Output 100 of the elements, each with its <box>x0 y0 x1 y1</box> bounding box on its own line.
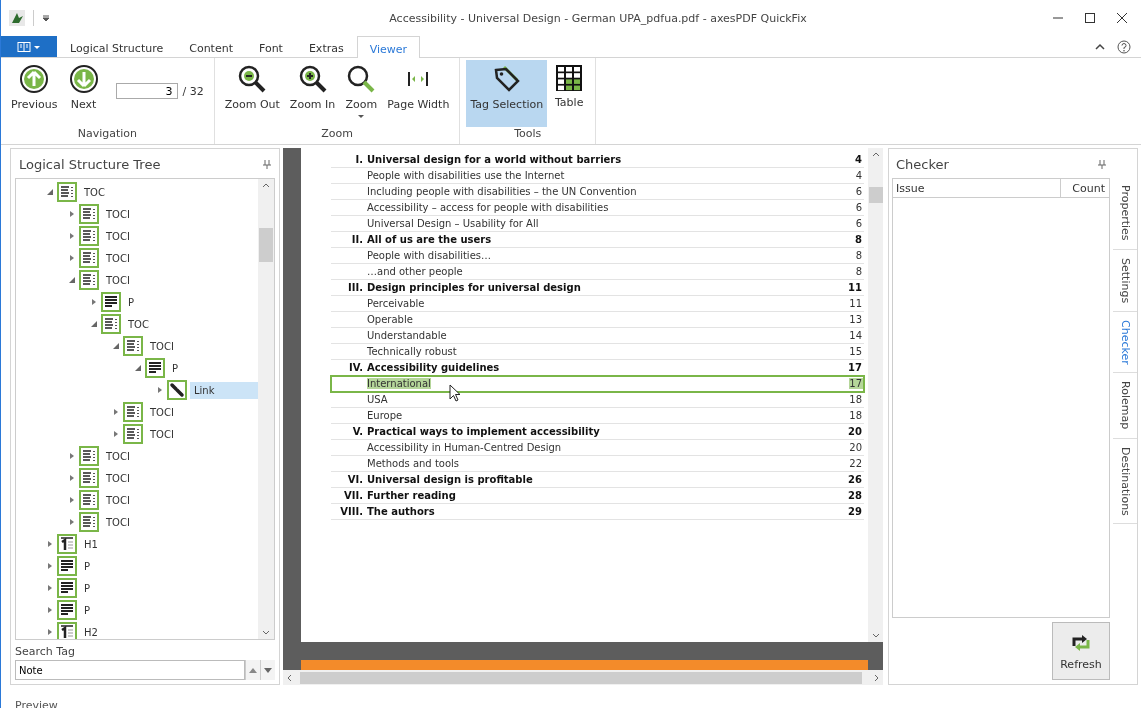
side-tab[interactable]: Properties <box>1113 177 1137 250</box>
collapse-ribbon-icon[interactable] <box>1095 42 1105 51</box>
tree-item[interactable]: P <box>80 557 95 575</box>
tree-item[interactable]: P <box>80 579 95 597</box>
toc-entry[interactable]: Universal design is profitable <box>367 474 533 485</box>
side-tab[interactable]: Settings <box>1113 249 1137 312</box>
ribbon-button[interactable]: Tag Selection <box>466 60 548 127</box>
toc-entry[interactable]: Accessibility in Human-Centred Design <box>367 442 562 453</box>
pin-icon[interactable] <box>263 160 271 169</box>
tree-item[interactable]: TOCI <box>102 227 134 245</box>
search-tag-field[interactable]: Note <box>15 660 245 680</box>
toc-entry[interactable]: Europe <box>367 410 403 421</box>
collapse-arrow-icon[interactable] <box>46 188 54 196</box>
expand-arrow-icon[interactable] <box>68 254 76 262</box>
toc-entry[interactable]: Technically robust <box>367 346 457 357</box>
ribbon-button[interactable]: Table <box>549 60 590 127</box>
ribbon-button[interactable]: Zoom In <box>285 60 340 127</box>
tree-item[interactable]: TOCI <box>146 403 178 421</box>
expand-arrow-icon[interactable] <box>46 606 54 614</box>
collapse-arrow-icon[interactable] <box>68 276 76 284</box>
toc-entry[interactable]: Understandable <box>367 330 447 341</box>
toc-entry[interactable]: …and other people <box>367 266 463 277</box>
tree-item[interactable]: P <box>168 359 183 377</box>
maximize-icon[interactable] <box>1085 13 1095 23</box>
toc-entry[interactable]: Methods and tools <box>367 458 460 469</box>
toc-entry[interactable]: People with disabilities use the Internet <box>367 170 565 181</box>
app-logo-icon[interactable] <box>9 10 25 26</box>
expand-arrow-icon[interactable] <box>68 496 76 504</box>
next-button[interactable] <box>260 660 275 680</box>
expand-arrow-icon[interactable] <box>46 584 54 592</box>
tree-item[interactable]: P <box>80 601 95 619</box>
toc-entry[interactable]: Operable <box>367 314 413 325</box>
ribbon-tab[interactable]: Extras <box>295 36 357 57</box>
scroll-down-icon[interactable] <box>871 633 880 639</box>
pin-icon[interactable] <box>1098 160 1106 169</box>
ribbon-tab[interactable]: Logical Structure <box>57 36 177 57</box>
toc-entry[interactable]: Practical ways to implement accessibility <box>367 426 600 437</box>
expand-arrow-icon[interactable] <box>156 386 164 394</box>
toc-entry[interactable]: Universal Design – Usability for All <box>367 218 539 229</box>
toc-entry[interactable]: USA <box>367 394 388 405</box>
tree-item[interactable]: TOCI <box>102 205 134 223</box>
tree-item[interactable]: Link <box>190 381 258 399</box>
column-header[interactable]: Count <box>1061 181 1109 195</box>
scrollbar[interactable] <box>283 670 883 685</box>
ribbon-tab[interactable]: Font <box>245 36 296 57</box>
tree-item[interactable]: TOCI <box>146 337 178 355</box>
expand-arrow-icon[interactable] <box>68 210 76 218</box>
tree-item[interactable]: P <box>124 293 139 311</box>
refresh-button[interactable]: Refresh <box>1052 622 1110 680</box>
tree-item[interactable]: TOCI <box>146 425 178 443</box>
scrollbar[interactable] <box>868 148 883 642</box>
side-tab[interactable]: Rolemap <box>1113 373 1137 439</box>
close-icon[interactable] <box>1117 13 1127 23</box>
page-number-field[interactable]: 3 <box>115 83 178 99</box>
scroll-down-icon[interactable] <box>262 630 270 636</box>
expand-arrow-icon[interactable] <box>90 298 98 306</box>
scroll-thumb[interactable] <box>259 228 273 262</box>
toc-entry[interactable]: Accessibility guidelines <box>367 362 500 373</box>
expand-arrow-icon[interactable] <box>46 562 54 570</box>
tree-item[interactable]: TOC <box>124 315 153 333</box>
tree-item[interactable]: TOCI <box>102 447 134 465</box>
toc-entry[interactable]: Design principles for universal design <box>367 282 581 293</box>
scroll-left-icon[interactable] <box>286 673 292 682</box>
expand-arrow-icon[interactable] <box>68 518 76 526</box>
toc-entry[interactable]: People with disabilities… <box>367 250 491 261</box>
tree-item[interactable]: TOCI <box>102 249 134 267</box>
collapse-arrow-icon[interactable] <box>134 364 142 372</box>
expand-arrow-icon[interactable] <box>68 232 76 240</box>
scrollbar[interactable] <box>258 179 274 639</box>
collapse-arrow-icon[interactable] <box>112 342 120 350</box>
tree-item[interactable]: H2 <box>80 623 102 639</box>
scroll-thumb[interactable] <box>300 671 862 684</box>
scroll-thumb[interactable] <box>868 187 883 203</box>
file-menu-button[interactable] <box>1 36 57 57</box>
toc-entry[interactable]: Further reading <box>367 490 456 501</box>
ribbon-button[interactable]: Zoom <box>341 60 382 127</box>
toc-entry[interactable]: Accessibility – access for people with disabilities <box>367 202 609 213</box>
side-tab[interactable]: Destinations <box>1113 438 1137 525</box>
scroll-right-icon[interactable] <box>874 673 880 682</box>
side-tab[interactable]: Checker <box>1113 311 1137 374</box>
ribbon-button[interactable]: Next <box>63 60 104 127</box>
tree-item[interactable]: TOC <box>80 183 109 201</box>
toc-entry[interactable]: Including people with disabilities – the UN Convention <box>367 186 637 197</box>
ribbon-button[interactable]: Page Width <box>383 60 454 127</box>
expand-arrow-icon[interactable] <box>68 474 76 482</box>
help-icon[interactable] <box>1117 39 1131 54</box>
toc-entry[interactable]: All of us are the users <box>367 234 492 245</box>
toc-entry[interactable]: Universal design for a world without barriers <box>367 154 622 165</box>
expand-arrow-icon[interactable] <box>112 408 120 416</box>
tree-item[interactable]: H1 <box>80 535 102 553</box>
expand-arrow-icon[interactable] <box>68 452 76 460</box>
collapse-arrow-icon[interactable] <box>90 320 98 328</box>
expand-arrow-icon[interactable] <box>46 540 54 548</box>
ribbon-button[interactable]: Previous <box>7 60 62 127</box>
tree-item[interactable]: TOCI <box>102 513 134 531</box>
scroll-up-icon[interactable] <box>262 182 270 188</box>
toc-entry[interactable]: The authors <box>367 506 435 517</box>
column-header[interactable]: Issue <box>893 179 1061 197</box>
previous-button[interactable] <box>245 660 260 680</box>
ribbon-tab[interactable]: Content <box>176 36 246 57</box>
